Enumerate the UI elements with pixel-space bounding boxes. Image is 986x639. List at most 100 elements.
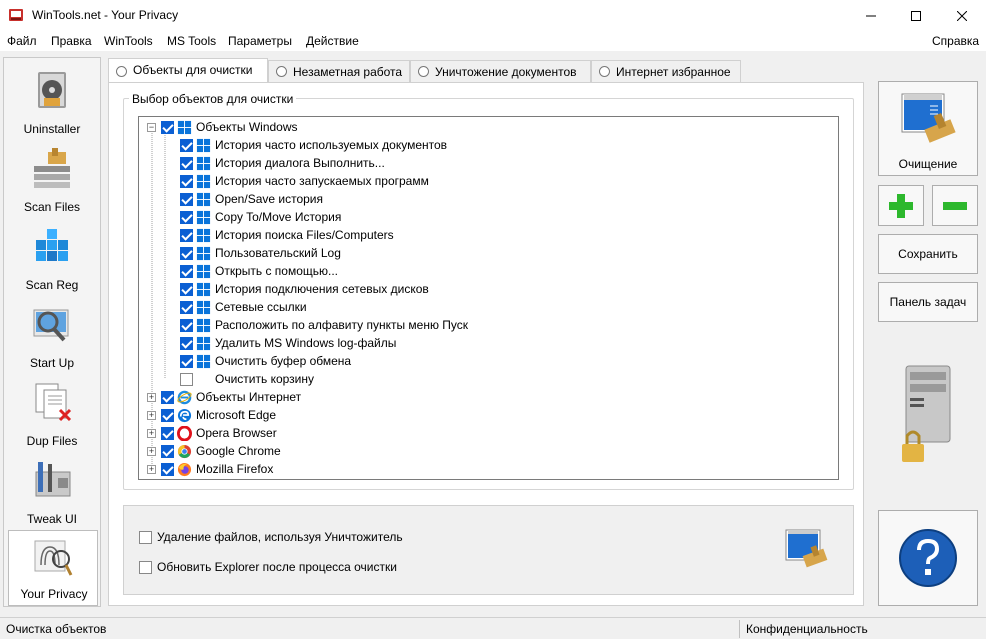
clean-computer-icon [901,93,956,143]
tree-checkbox[interactable] [180,139,193,152]
tab-label: Уничтожение документов [435,65,577,79]
collapse-toggle[interactable]: − [147,123,156,132]
sidebar-item-scan-files[interactable]: Scan Files [4,142,100,218]
tree-item[interactable]: История часто запускаемых программ [139,172,838,190]
tree-item[interactable]: Расположить по алфавиту пункты меню Пуск [139,316,838,334]
tree-checkbox[interactable] [180,319,193,332]
help-icon [899,529,957,587]
tree-item[interactable]: Open/Save история [139,190,838,208]
tree-checkbox[interactable] [180,211,193,224]
tree-checkbox[interactable] [180,301,193,314]
clean-button[interactable]: Очищение [878,81,978,176]
tab-stealth-mode[interactable]: Незаметная работа [268,60,410,82]
windows-logo-icon [196,156,211,171]
close-button[interactable] [939,0,985,31]
tab-objects-to-clean[interactable]: Объекты для очистки [108,58,268,83]
sidebar-item-scan-reg[interactable]: Scan Reg [4,220,100,296]
tree-item-label: Очистить корзину [215,372,314,386]
menu-help[interactable]: Справка [932,34,979,48]
tab-internet-favorites[interactable]: Интернет избранное [591,60,741,82]
tree-item[interactable]: История поиска Files/Computers [139,226,838,244]
tree-node-opera[interactable]: + Opera Browser [139,424,838,442]
tree-checkbox[interactable] [180,193,193,206]
tree-checkbox[interactable] [180,265,193,278]
tree-item[interactable]: Очистить корзину [139,370,838,388]
tree-checkbox[interactable] [180,157,193,170]
refresh-explorer-checkbox[interactable] [139,561,152,574]
minimize-button[interactable] [848,0,894,31]
dup-files-icon [35,383,72,422]
tab-document-shredder[interactable]: Уничтожение документов [410,60,591,82]
expand-toggle[interactable]: + [147,447,156,456]
remove-button[interactable] [932,185,978,226]
menu-mstools[interactable]: MS Tools [167,34,216,48]
expand-toggle[interactable]: + [147,465,156,474]
menu-action[interactable]: Действие [306,34,359,48]
tree-checkbox[interactable] [161,409,174,422]
tree-item[interactable]: История подключения сетевых дисков [139,280,838,298]
tree-item-label: Открыть с помощью... [215,264,339,278]
tree-item[interactable]: Удалить MS Windows log-файлы [139,334,838,352]
add-button[interactable] [878,185,924,226]
tree-checkbox[interactable] [161,121,174,134]
tree-item[interactable]: Очистить буфер обмена [139,352,838,370]
tree-checkbox[interactable] [161,391,174,404]
tree-node-label: Объекты Windows [196,120,298,134]
sidebar-item-uninstaller[interactable]: Uninstaller [4,64,100,140]
help-button[interactable] [878,510,978,606]
sidebar-item-tweak-ui[interactable]: Tweak UI [4,454,100,530]
tree-node-windows[interactable]: − Объекты Windows [139,118,838,136]
taskbar-button-label: Панель задач [889,295,967,309]
tree-node-label: Объекты Интернет [196,390,302,404]
tree-checkbox[interactable] [180,247,193,260]
tree-checkbox[interactable] [180,175,193,188]
tree-item[interactable]: Открыть с помощью... [139,262,838,280]
sidebar-item-label: Scan Files [23,200,81,214]
tree-checkbox[interactable] [161,445,174,458]
objects-tree[interactable]: − Объекты Windows История часто использу… [138,116,839,480]
shredder-checkbox[interactable] [139,531,152,544]
menu-wintools[interactable]: WinTools [104,34,153,48]
sidebar-item-your-privacy[interactable]: Your Privacy [8,530,98,606]
tree-node-label: Google Chrome [196,444,281,458]
tree-item[interactable]: Пользовательский Log [139,244,838,262]
tab-label: Незаметная работа [293,65,403,79]
maximize-button[interactable] [893,0,939,31]
menu-file[interactable]: Файл [7,34,37,48]
tree-checkbox[interactable] [180,229,193,242]
clean-button-label: Очищение [898,157,958,171]
tree-item-label: История поиска Files/Computers [215,228,394,242]
internet-explorer-icon [177,390,192,405]
tree-checkbox[interactable] [180,373,193,386]
tree-checkbox[interactable] [180,283,193,296]
tree-checkbox[interactable] [180,337,193,350]
windows-logo-icon [196,138,211,153]
status-bar: Очистка объектов Конфиденциальность [0,617,986,639]
tree-item[interactable]: История диалога Выполнить... [139,154,838,172]
menu-edit[interactable]: Правка [51,34,92,48]
sidebar-item-startup[interactable]: Start Up [4,298,100,374]
tree-item-label: Copy To/Move История [215,210,342,224]
expand-toggle[interactable]: + [147,411,156,420]
tree-checkbox[interactable] [161,463,174,476]
sidebar-item-dup-files[interactable]: Dup Files [4,376,100,452]
scan-reg-icon [36,229,68,261]
title-bar: WinTools.net - Your Privacy [0,0,986,31]
tree-item[interactable]: История часто используемых документов [139,136,838,154]
expand-toggle[interactable]: + [147,393,156,402]
tree-node-firefox[interactable]: + Mozilla Firefox [139,460,838,478]
tree-node-chrome[interactable]: + Google Chrome [139,442,838,460]
tree-node-edge[interactable]: + Microsoft Edge [139,406,838,424]
tree-node-internet[interactable]: + Объекты Интернет [139,388,838,406]
taskbar-button[interactable]: Панель задач [878,282,978,322]
tree-item[interactable]: Copy To/Move История [139,208,838,226]
menu-settings[interactable]: Параметры [228,34,292,48]
expand-toggle[interactable]: + [147,429,156,438]
tree-checkbox[interactable] [180,355,193,368]
tree-checkbox[interactable] [161,427,174,440]
windows-logo-icon [196,246,211,261]
save-button[interactable]: Сохранить [878,234,978,274]
startup-icon [33,309,69,342]
windows-logo-icon [177,120,192,135]
tree-item[interactable]: Сетевые ссылки [139,298,838,316]
